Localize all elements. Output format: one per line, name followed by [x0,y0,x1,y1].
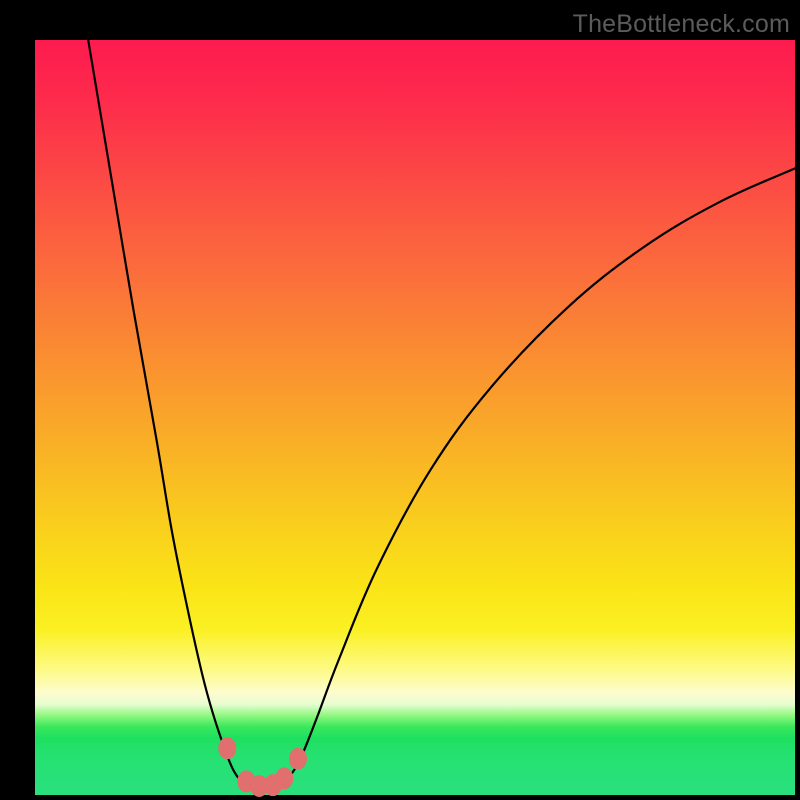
highlight-marker [289,748,307,770]
highlight-marker [275,767,293,789]
curve-left-branch [88,40,248,784]
curve-right-branch [278,168,795,783]
chart-frame: TheBottleneck.com [0,0,800,800]
watermark-text: TheBottleneck.com [573,10,790,39]
curve-svg [35,40,795,795]
highlight-marker [218,737,236,759]
plot-area [35,40,795,795]
